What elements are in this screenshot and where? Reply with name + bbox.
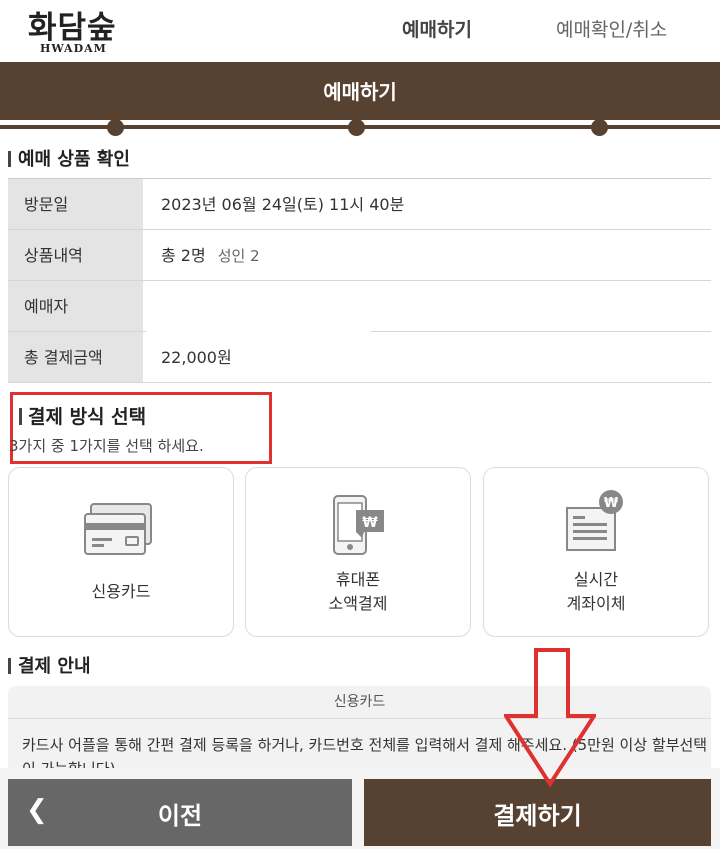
svg-text:₩: ₩: [604, 496, 619, 511]
guide-tab-credit-card: 신용카드: [8, 686, 711, 719]
product-count-value: 총 2명: [161, 246, 206, 265]
info-value: 22,000원: [161, 332, 232, 382]
product-section-label: 예매 상품 확인: [18, 149, 130, 170]
guide-section-label: 결제 안내: [18, 656, 91, 677]
total-amount-value: 22,000원: [161, 348, 232, 367]
payment-instruction: 3가지 중 1가지를 선택 하세요.: [9, 437, 204, 455]
red-arrow-annotation: [504, 648, 596, 788]
logo-main-text: 화담숲: [28, 10, 117, 46]
page-title: 예매하기: [323, 80, 397, 104]
bank-transfer-option[interactable]: ₩ 실시간 계좌이체: [483, 467, 709, 637]
section-bar: [8, 151, 11, 167]
nav-check-cancel-link[interactable]: 예매확인/취소: [556, 15, 667, 42]
product-section-title: 예매 상품 확인: [8, 145, 130, 171]
info-row-booker: 예매자: [8, 281, 711, 335]
mobile-payment-icon: ₩: [333, 495, 384, 555]
product-detail-value: 성인 2: [217, 247, 260, 265]
credit-card-icon: [84, 503, 152, 555]
bank-transfer-label-1: 실시간: [573, 570, 619, 589]
section-bar: [8, 658, 11, 674]
info-label: 총 결제금액: [8, 332, 143, 382]
nav-book-link[interactable]: 예매하기: [402, 15, 472, 42]
credit-card-option[interactable]: 신용카드: [8, 467, 234, 637]
booker-redacted-field: [146, 287, 371, 335]
payment-method-highlight: 결제 방식 선택 3가지 중 1가지를 선택 하세요.: [9, 392, 272, 464]
mobile-payment-label-2: 소액결제: [328, 594, 388, 613]
payment-section-label: 결제 방식 선택: [28, 406, 147, 428]
payment-section-title: 결제 방식 선택: [19, 402, 146, 429]
product-info-table: 방문일 2023년 06월 24일(토) 11시 40분 상품내역 총 2명 성인…: [8, 178, 711, 383]
section-bar: [19, 408, 22, 425]
info-value: 총 2명 성인 2: [161, 230, 260, 280]
header: 화담숲 HWADAM 예매하기 예매확인/취소: [0, 0, 720, 62]
logo[interactable]: 화담숲 HWADAM: [28, 2, 148, 58]
credit-card-label: 신용카드: [91, 582, 151, 601]
prev-button-label: 이전: [157, 802, 203, 830]
logo-sub-text: HWADAM: [40, 42, 107, 55]
title-bar: 예매하기: [0, 62, 720, 120]
bank-transfer-icon: ₩: [566, 490, 623, 551]
pay-button-label: 결제하기: [493, 802, 582, 830]
svg-text:₩: ₩: [362, 515, 378, 531]
info-row-product: 상품내역 총 2명 성인 2: [8, 230, 711, 281]
info-row-visit-date: 방문일 2023년 06월 24일(토) 11시 40분: [8, 179, 711, 230]
progress-step-3: [591, 119, 608, 136]
pay-button[interactable]: 결제하기: [364, 779, 711, 846]
guide-section-title: 결제 안내: [8, 652, 91, 678]
info-label: 예매자: [8, 281, 143, 331]
progress-step-1: [107, 119, 124, 136]
info-row-total: 총 결제금액 22,000원: [8, 332, 711, 383]
mobile-payment-label-1: 휴대폰: [335, 570, 381, 589]
visit-date-value: 2023년 06월 24일(토) 11시 40분: [161, 195, 405, 214]
info-value: 2023년 06월 24일(토) 11시 40분: [161, 179, 404, 229]
progress-step-2: [348, 119, 365, 136]
info-label: 방문일: [8, 179, 143, 229]
prev-button[interactable]: ❮ 이전: [8, 779, 352, 846]
bank-transfer-label-2: 계좌이체: [566, 594, 626, 613]
mobile-payment-option[interactable]: ₩ 휴대폰 소액결제: [245, 467, 471, 637]
bottom-action-bar: ❮ 이전 결제하기: [0, 768, 720, 849]
info-label: 상품내역: [8, 230, 143, 280]
